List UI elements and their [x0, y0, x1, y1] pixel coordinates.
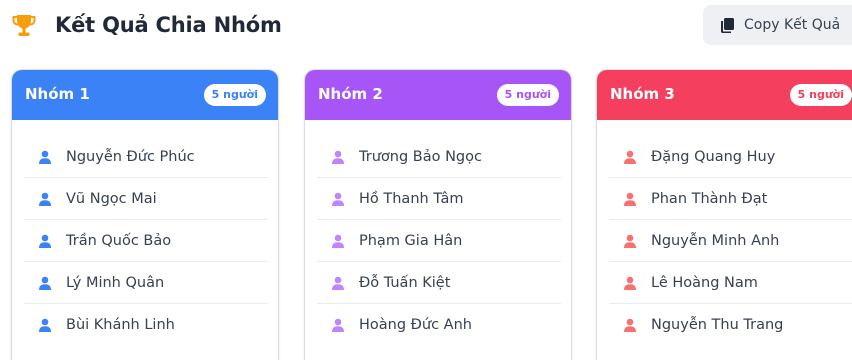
- user-icon: [624, 234, 636, 248]
- member-name: Nguyễn Minh Anh: [651, 232, 780, 249]
- user-icon: [332, 318, 344, 332]
- user-icon: [332, 234, 344, 248]
- member-item: Phạm Gia Hân: [317, 220, 561, 262]
- copy-results-button[interactable]: Copy Kết Quả: [703, 5, 852, 45]
- group-name: Nhóm 3: [610, 85, 675, 103]
- member-item: Nguyễn Thu Trang: [609, 304, 852, 346]
- member-name: Nguyễn Đức Phúc: [66, 148, 195, 165]
- member-name: Bùi Khánh Linh: [66, 317, 175, 333]
- member-name: Phạm Gia Hân: [359, 232, 463, 249]
- member-name: Phan Thành Đạt: [651, 190, 768, 207]
- group-name: Nhóm 1: [25, 85, 90, 103]
- member-item: Phan Thành Đạt: [609, 178, 852, 220]
- member-name: Trương Bảo Ngọc: [359, 148, 482, 165]
- member-name: Nguyễn Thu Trang: [651, 317, 784, 333]
- user-icon: [332, 150, 344, 164]
- group-name: Nhóm 2: [318, 85, 383, 103]
- member-list: Trương Bảo Ngọc Hồ Thanh Tâm Phạm Gia Hâ…: [305, 136, 571, 346]
- member-name: Lý Minh Quân: [66, 274, 165, 291]
- member-name: Hoàng Đức Anh: [359, 317, 472, 333]
- member-item: Hồ Thanh Tâm: [317, 178, 561, 220]
- user-icon: [39, 318, 51, 332]
- member-count-badge: 5 người: [496, 84, 559, 106]
- member-item: Đỗ Tuấn Kiệt: [317, 262, 561, 304]
- member-count-badge: 5 người: [203, 84, 266, 106]
- group-card-2: Nhóm 2 5 người Trương Bảo Ngọc Hồ Thanh …: [305, 70, 571, 360]
- member-item: Nguyễn Đức Phúc: [24, 136, 268, 178]
- member-item: Nguyễn Minh Anh: [609, 220, 852, 262]
- member-name: Lê Hoàng Nam: [651, 274, 758, 291]
- group-card-1: Nhóm 1 5 người Nguyễn Đức Phúc Vũ Ngọc M…: [12, 70, 278, 360]
- member-item: Trần Quốc Bảo: [24, 220, 268, 262]
- member-item: Hoàng Đức Anh: [317, 304, 561, 346]
- member-name: Vũ Ngọc Mai: [66, 190, 157, 207]
- user-icon: [624, 276, 636, 290]
- copy-button-label: Copy Kết Quả: [744, 17, 841, 33]
- member-item: Lê Hoàng Nam: [609, 262, 852, 304]
- page-header: Kết Quả Chia Nhóm Copy Kết Quả: [0, 0, 852, 56]
- member-name: Đỗ Tuấn Kiệt: [359, 274, 451, 291]
- member-list: Đặng Quang Huy Phan Thành Đạt Nguyễn Min…: [597, 136, 852, 346]
- member-name: Hồ Thanh Tâm: [359, 190, 464, 207]
- group-card-header: Nhóm 3 5 người: [597, 70, 852, 120]
- user-icon: [39, 276, 51, 290]
- member-name: Trần Quốc Bảo: [66, 232, 172, 249]
- user-icon: [39, 192, 51, 206]
- user-icon: [332, 276, 344, 290]
- group-card-header: Nhóm 1 5 người: [12, 70, 278, 120]
- user-icon: [39, 234, 51, 248]
- user-icon: [624, 192, 636, 206]
- group-card-3: Nhóm 3 5 người Đặng Quang Huy Phan Thành…: [597, 70, 852, 360]
- user-icon: [39, 150, 51, 164]
- copy-icon: [721, 18, 734, 33]
- member-item: Bùi Khánh Linh: [24, 304, 268, 346]
- member-name: Đặng Quang Huy: [651, 148, 776, 165]
- member-item: Trương Bảo Ngọc: [317, 136, 561, 178]
- user-icon: [624, 150, 636, 164]
- member-item: Vũ Ngọc Mai: [24, 178, 268, 220]
- member-item: Lý Minh Quân: [24, 262, 268, 304]
- member-list: Nguyễn Đức Phúc Vũ Ngọc Mai Trần Quốc Bả…: [12, 136, 278, 346]
- trophy-icon: [12, 15, 36, 36]
- group-card-header: Nhóm 2 5 người: [305, 70, 571, 120]
- results-page: Kết Quả Chia Nhóm Copy Kết Quả Nhóm 1 5 …: [0, 0, 852, 360]
- user-icon: [624, 318, 636, 332]
- member-item: Đặng Quang Huy: [609, 136, 852, 178]
- page-title: Kết Quả Chia Nhóm: [55, 13, 282, 37]
- member-count-badge: 5 người: [789, 84, 852, 106]
- user-icon: [332, 192, 344, 206]
